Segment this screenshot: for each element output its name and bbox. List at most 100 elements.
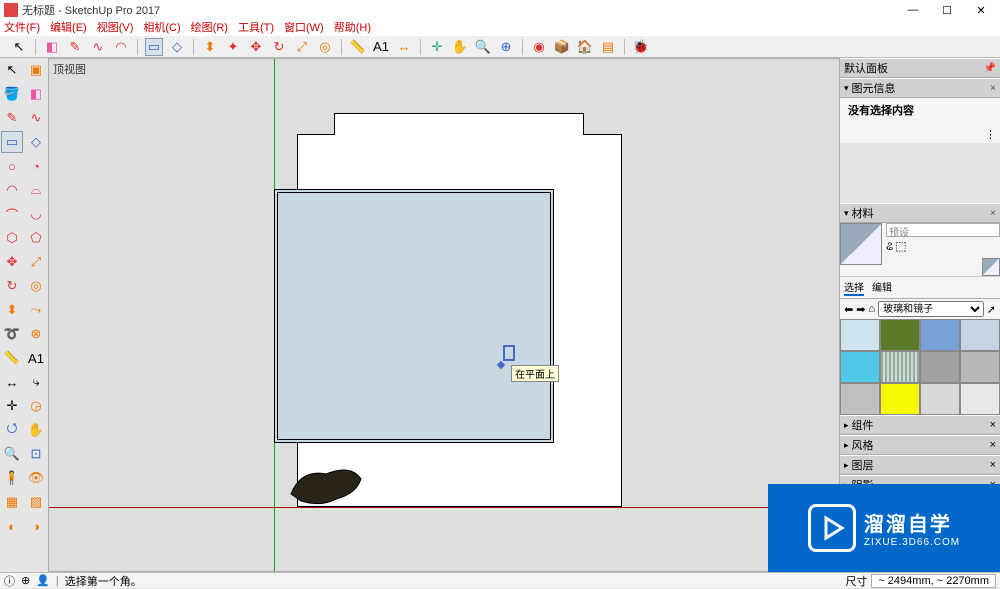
- swatch[interactable]: [920, 319, 960, 351]
- material-library-select[interactable]: 玻璃和镜子: [878, 301, 984, 317]
- dim-icon[interactable]: ↔: [1, 371, 23, 393]
- make-component-icon[interactable]: ▣: [25, 59, 47, 81]
- back-icon[interactable]: ⬅: [844, 303, 853, 316]
- axes-icon[interactable]: ✛: [428, 38, 446, 56]
- rotated-rect-icon[interactable]: ◇: [25, 131, 47, 153]
- line-icon[interactable]: ✎: [1, 107, 23, 129]
- swatch[interactable]: [960, 319, 1000, 351]
- label-icon[interactable]: ⤷: [25, 371, 47, 393]
- paint-bucket-icon[interactable]: 🪣: [1, 83, 23, 105]
- entity-info-header[interactable]: ▾ 图元信息 ×: [840, 78, 1000, 98]
- pencil-icon[interactable]: ✎: [66, 38, 84, 56]
- menu-draw[interactable]: 绘图(R): [191, 20, 228, 36]
- zoom-icon[interactable]: 🔍: [1, 443, 23, 465]
- arc2-icon[interactable]: ⌒: [1, 203, 23, 225]
- panel-close-icon[interactable]: ×: [990, 208, 996, 219]
- layers-header[interactable]: ▸图层×: [840, 455, 1000, 475]
- look-around-icon[interactable]: 👁: [25, 467, 47, 489]
- pan-icon[interactable]: ✋: [25, 419, 47, 441]
- panel-close-icon[interactable]: ×: [990, 459, 996, 471]
- position-camera-icon[interactable]: 🧍: [1, 467, 23, 489]
- walk-icon[interactable]: ◉: [530, 38, 548, 56]
- rectangle2-icon[interactable]: ◇: [168, 38, 186, 56]
- menu-help[interactable]: 帮助(H): [334, 20, 371, 36]
- select-icon[interactable]: ↖: [1, 59, 23, 81]
- tray-pin-icon[interactable]: 📌: [984, 63, 996, 74]
- minimize-button[interactable]: —: [906, 4, 920, 17]
- forward-icon[interactable]: ➡: [856, 303, 865, 316]
- panel-close-icon[interactable]: ×: [990, 419, 996, 431]
- components-header[interactable]: ▸组件×: [840, 415, 1000, 435]
- pan-icon[interactable]: 🔍: [474, 38, 492, 56]
- menu-file[interactable]: 文件(F): [4, 20, 40, 36]
- swatch[interactable]: [840, 351, 880, 383]
- default-material-icon[interactable]: ⬚: [895, 239, 906, 254]
- menu-window[interactable]: 窗口(W): [284, 20, 324, 36]
- ngon-icon[interactable]: ⬠: [25, 227, 47, 249]
- help-icon[interactable]: ⓘ: [4, 573, 15, 589]
- tab-edit[interactable]: 编辑: [872, 279, 892, 296]
- menu-edit[interactable]: 编辑(E): [50, 20, 87, 36]
- arc4-icon[interactable]: ◡: [25, 203, 47, 225]
- swatch[interactable]: [880, 383, 920, 415]
- panel-close-icon[interactable]: ×: [990, 83, 996, 94]
- rotate-icon[interactable]: ↻: [270, 38, 288, 56]
- maximize-button[interactable]: ☐: [940, 4, 954, 17]
- axes-icon[interactable]: ✛: [1, 395, 23, 417]
- offset-icon[interactable]: ◎: [316, 38, 334, 56]
- follow2-icon[interactable]: ⤳: [25, 299, 47, 321]
- intersect-icon[interactable]: ⊗: [25, 323, 47, 345]
- tape-icon[interactable]: 📏: [1, 347, 23, 369]
- scale-icon[interactable]: ⤢: [293, 38, 311, 56]
- close-button[interactable]: ✕: [974, 4, 988, 17]
- home-icon[interactable]: ⌂: [868, 303, 875, 315]
- arc-icon[interactable]: ◠: [112, 38, 130, 56]
- swatch[interactable]: [920, 351, 960, 383]
- protractor-icon[interactable]: ◶: [25, 395, 47, 417]
- eraser-icon[interactable]: ◧: [43, 38, 61, 56]
- swatch[interactable]: [920, 383, 960, 415]
- material-thumbnail[interactable]: [840, 223, 882, 265]
- tape-icon[interactable]: 📏: [349, 38, 367, 56]
- arc3-icon[interactable]: ⌓: [25, 179, 47, 201]
- material-name-field[interactable]: 预设: [886, 223, 1000, 237]
- zoom-icon[interactable]: ⊕: [497, 38, 515, 56]
- materials-header[interactable]: ▾ 材料 ×: [840, 203, 1000, 223]
- select-tool-icon[interactable]: ↖: [10, 38, 28, 56]
- sand2-icon[interactable]: ▨: [25, 491, 47, 513]
- swatch[interactable]: [880, 351, 920, 383]
- section-icon[interactable]: 📦: [553, 38, 571, 56]
- tab-select[interactable]: 选择: [844, 279, 864, 296]
- text-icon[interactable]: A1: [25, 347, 47, 369]
- move-icon[interactable]: ✥: [1, 251, 23, 273]
- section-icon[interactable]: ◐: [1, 515, 23, 537]
- rotate-icon[interactable]: ↻: [1, 275, 23, 297]
- followme-icon[interactable]: ➰: [1, 323, 23, 345]
- polygon-icon[interactable]: ⬡: [1, 227, 23, 249]
- zoom-extents-icon[interactable]: ⊡: [25, 443, 47, 465]
- move-icon[interactable]: ✥: [247, 38, 265, 56]
- tray-header[interactable]: 默认面板 📌: [840, 58, 1000, 78]
- orbit-icon[interactable]: ✋: [451, 38, 469, 56]
- sample-icon[interactable]: ➚: [987, 303, 996, 316]
- swatch[interactable]: [960, 351, 1000, 383]
- create-material-icon[interactable]: ଌ: [886, 239, 893, 254]
- entity-more-icon[interactable]: ⋮: [985, 129, 996, 141]
- pushpull-icon[interactable]: ⬍: [201, 38, 219, 56]
- swatch[interactable]: [840, 319, 880, 351]
- pushpull-icon[interactable]: ⬍: [1, 299, 23, 321]
- menu-tools[interactable]: 工具(T): [238, 20, 274, 36]
- scale-icon[interactable]: ⤢: [25, 251, 47, 273]
- sandbox-icon[interactable]: ▦: [1, 491, 23, 513]
- offset-icon[interactable]: ◎: [25, 275, 47, 297]
- dimension-icon[interactable]: ↔: [395, 38, 413, 56]
- swatch[interactable]: [960, 383, 1000, 415]
- circle-icon[interactable]: ○: [1, 155, 23, 177]
- rectangle-icon[interactable]: ▭: [145, 38, 163, 56]
- styles-header[interactable]: ▸风格×: [840, 435, 1000, 455]
- secondary-thumbnail[interactable]: [982, 258, 1000, 276]
- rect-icon[interactable]: ▭: [1, 131, 23, 153]
- text-icon[interactable]: A1: [372, 38, 390, 56]
- geo-icon[interactable]: ⊕: [21, 574, 30, 587]
- swatch[interactable]: [840, 383, 880, 415]
